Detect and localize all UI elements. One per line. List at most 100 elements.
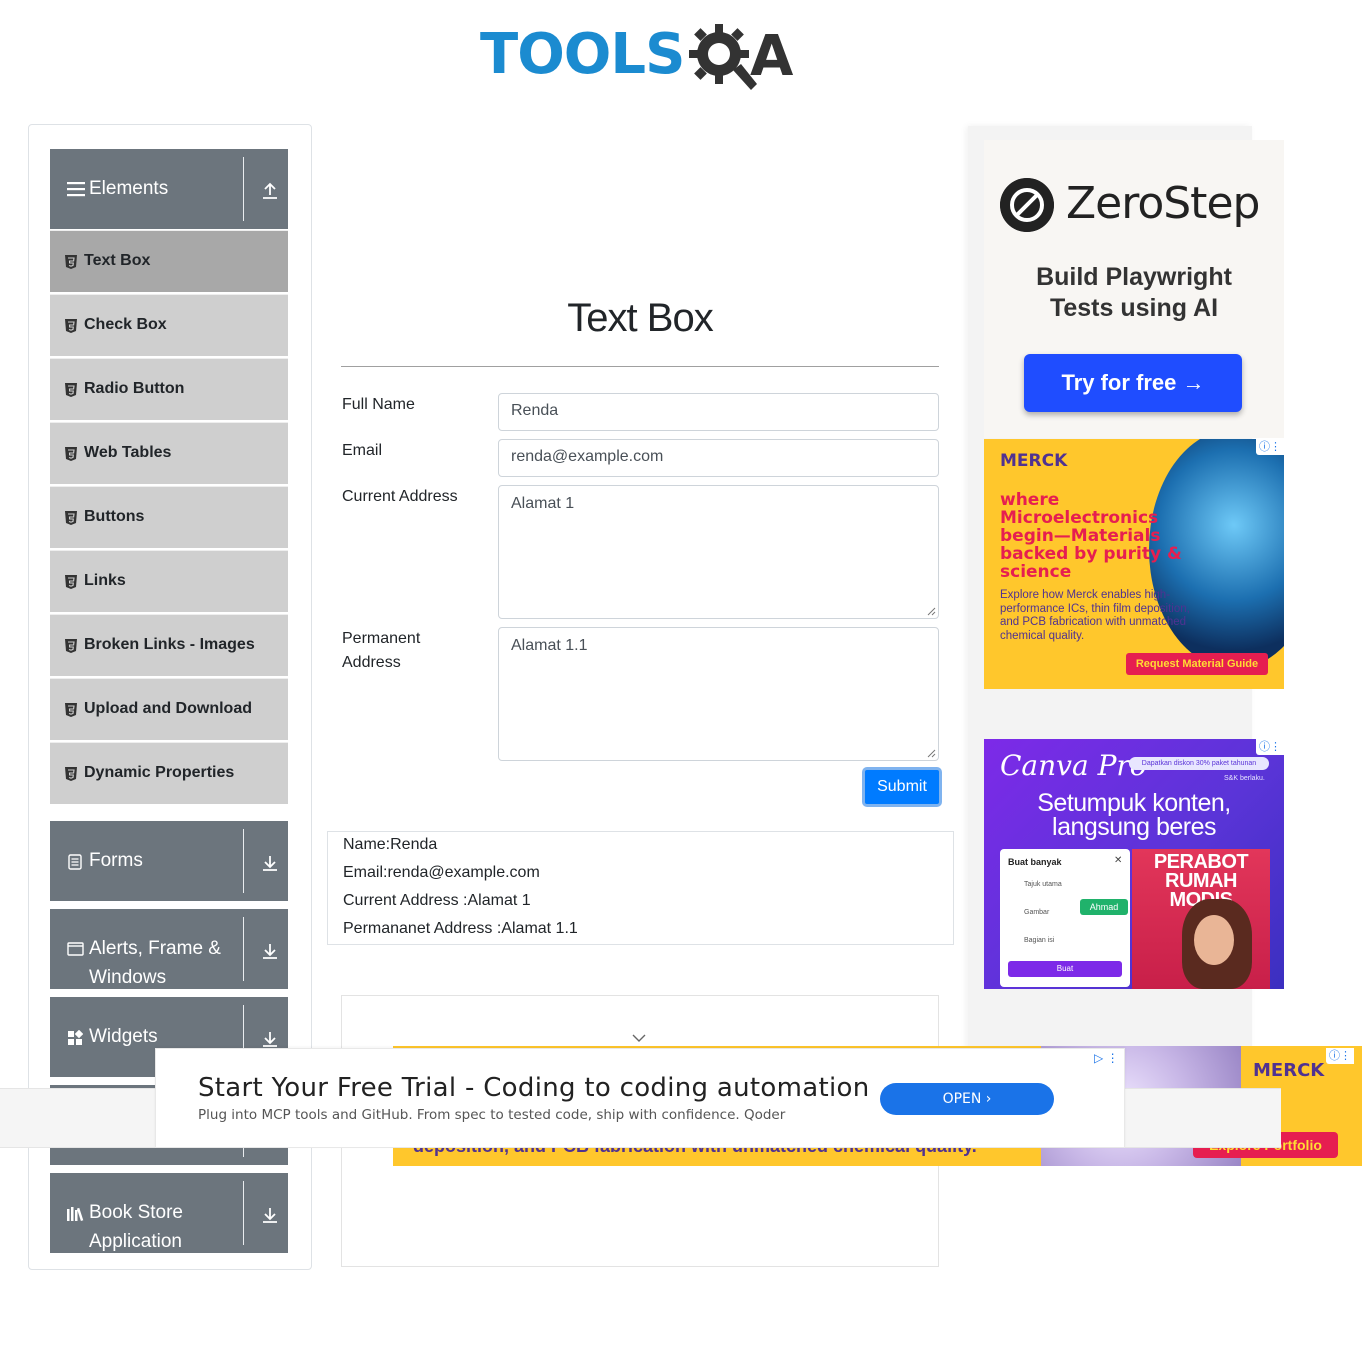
current-address-label: Current Address bbox=[342, 488, 458, 505]
group-forms[interactable]: Forms bbox=[50, 821, 288, 901]
download-arrow-icon[interactable] bbox=[260, 853, 280, 873]
output-permanent-address: Permananet Address :Alamat 1.1 bbox=[343, 920, 578, 937]
qoder-ad-banner[interactable]: Start Your Free Trial - Coding to coding… bbox=[155, 1048, 1125, 1148]
ad-info-icon[interactable]: ⓘ⋮ bbox=[1256, 739, 1284, 755]
books-icon bbox=[67, 1207, 84, 1222]
close-icon: ✕ bbox=[1114, 855, 1123, 866]
email-input[interactable]: renda@example.com bbox=[498, 439, 939, 477]
open-button[interactable]: OPEN › bbox=[880, 1083, 1054, 1115]
panel-row: Bagian isi bbox=[1024, 937, 1055, 944]
title-divider bbox=[341, 366, 939, 367]
output-panel: Name:Renda Email:renda@example.com Curre… bbox=[327, 831, 954, 945]
output-current-address: Current Address :Alamat 1 bbox=[343, 892, 531, 909]
group-elements[interactable]: Elements bbox=[50, 149, 288, 229]
person-face bbox=[1194, 915, 1234, 965]
html5-icon bbox=[65, 575, 77, 589]
ad-info-icon[interactable]: ⓘ⋮ bbox=[1326, 1048, 1354, 1064]
full-name-label: Full Name bbox=[342, 396, 415, 413]
merck-body: Explore how Merck enables high-performan… bbox=[1000, 589, 1190, 642]
menu-item-label: Buttons bbox=[84, 508, 145, 525]
panel-tag: Ahmad bbox=[1080, 899, 1128, 915]
html5-icon bbox=[65, 383, 77, 397]
zerostep-ad[interactable]: ZeroStep Build Playwright Tests using AI… bbox=[984, 140, 1284, 438]
menu-item-label: Upload and Download bbox=[84, 700, 252, 717]
zerostep-tagline-2: Tests using AI bbox=[1049, 294, 1219, 322]
canva-ad[interactable]: Canva Pro Dapatkan diskon 30% paket tahu… bbox=[984, 739, 1284, 989]
download-arrow-icon[interactable] bbox=[260, 941, 280, 961]
menu-item-links[interactable]: Links bbox=[50, 550, 288, 612]
submit-button[interactable]: Submit bbox=[862, 767, 942, 807]
merck-headline: where Microelectronics begin—Materials b… bbox=[1000, 490, 1182, 582]
menu-item-check-box[interactable]: Check Box bbox=[50, 294, 288, 356]
menu-item-broken-links[interactable]: Broken Links - Images bbox=[50, 614, 288, 676]
panel-button: Buat bbox=[1008, 961, 1122, 977]
hamburger-icon bbox=[67, 182, 85, 197]
menu-item-label: Text Box bbox=[84, 252, 151, 269]
output-name: Name:Renda bbox=[343, 836, 438, 853]
banner-title: Start Your Free Trial - Coding to coding… bbox=[198, 1073, 870, 1103]
panel-title: Buat banyak bbox=[1008, 857, 1062, 867]
menu-item-label: Dynamic Properties bbox=[84, 764, 235, 781]
try-for-free-button[interactable]: Try for free → bbox=[1024, 354, 1242, 412]
permanent-address-label-line2: Address bbox=[342, 654, 401, 671]
resize-grip-icon[interactable] bbox=[927, 607, 936, 616]
permanent-address-label: Permanent bbox=[342, 630, 421, 647]
ad-info-icon[interactable]: ⓘ⋮ bbox=[1256, 439, 1284, 455]
document-icon bbox=[68, 854, 82, 870]
canva-photo: PERABOT RUMAH MODIS bbox=[1132, 849, 1270, 989]
panel-row: Gambar bbox=[1024, 909, 1050, 916]
logo-text: TOOLS bbox=[480, 22, 685, 87]
upload-arrow-icon[interactable] bbox=[260, 181, 280, 201]
group-title: Book Store bbox=[89, 1202, 183, 1223]
logo-text-a: A bbox=[750, 24, 794, 89]
divider bbox=[243, 157, 244, 221]
group-book-store[interactable]: Book Store Application bbox=[50, 1173, 288, 1253]
zerostep-logo-icon bbox=[1000, 178, 1054, 232]
permanent-address-value: Alamat 1.1 bbox=[511, 637, 588, 654]
current-address-value: Alamat 1 bbox=[511, 495, 575, 512]
page-title: Text Box bbox=[567, 296, 713, 340]
menu-item-label: Links bbox=[84, 572, 126, 589]
group-alerts-frame-windows[interactable]: Alerts, Frame & Windows bbox=[50, 909, 288, 989]
full-name-input[interactable]: Renda bbox=[498, 393, 939, 431]
group-title: Forms bbox=[89, 850, 143, 871]
divider bbox=[243, 829, 244, 893]
menu-item-label: Broken Links - Images bbox=[84, 636, 255, 653]
menu-item-upload-download[interactable]: Upload and Download bbox=[50, 678, 288, 740]
chevron-down-icon[interactable] bbox=[632, 1033, 646, 1043]
zerostep-tagline: Build Playwright Tests using AI bbox=[984, 262, 1284, 324]
canva-panel: Buat banyak ✕ Tajuk utama Gambar Bagian … bbox=[1000, 849, 1130, 987]
zerostep-tagline-1: Build Playwright bbox=[1036, 263, 1232, 291]
canva-headline: Setumpuk konten, langsung beres bbox=[984, 791, 1284, 840]
canva-logo: Canva Pro bbox=[1000, 749, 1147, 782]
download-arrow-icon[interactable] bbox=[260, 1029, 280, 1049]
group-title: Elements bbox=[89, 178, 169, 199]
toolsqa-logo[interactable]: TOOLS A bbox=[480, 14, 810, 94]
html5-icon bbox=[65, 767, 77, 781]
menu-item-text-box[interactable]: Text Box bbox=[50, 230, 288, 292]
group-title-line2: Application bbox=[89, 1231, 182, 1252]
adchoices-icon[interactable]: ▷ ⋮ bbox=[1094, 1051, 1119, 1065]
banner-subtitle: Plug into MCP tools and GitHub. From spe… bbox=[198, 1107, 786, 1123]
resize-grip-icon[interactable] bbox=[927, 749, 936, 758]
menu-item-buttons[interactable]: Buttons bbox=[50, 486, 288, 548]
menu-item-label: Radio Button bbox=[84, 380, 185, 397]
menu-item-web-tables[interactable]: Web Tables bbox=[50, 422, 288, 484]
permanent-address-textarea[interactable]: Alamat 1.1 bbox=[498, 627, 939, 761]
divider bbox=[243, 917, 244, 981]
menu-item-radio-button[interactable]: Radio Button bbox=[50, 358, 288, 420]
canva-terms: S&K berlaku. bbox=[1224, 775, 1265, 782]
html5-icon bbox=[65, 639, 77, 653]
html5-icon bbox=[65, 511, 77, 525]
menu-item-dynamic-properties[interactable]: Dynamic Properties bbox=[50, 742, 288, 804]
output-email: Email:renda@example.com bbox=[343, 864, 540, 881]
download-arrow-icon[interactable] bbox=[260, 1205, 280, 1225]
html5-icon bbox=[65, 255, 77, 269]
merck-ad[interactable]: MERCK where Microelectronics begin—Mater… bbox=[984, 439, 1284, 689]
request-material-guide-button[interactable]: Request Material Guide bbox=[1126, 653, 1268, 675]
window-icon bbox=[67, 942, 84, 956]
merck-bottom-logo: MERCK bbox=[1253, 1060, 1325, 1081]
current-address-textarea[interactable]: Alamat 1 bbox=[498, 485, 939, 619]
divider bbox=[243, 1181, 244, 1245]
zerostep-name: ZeroStep bbox=[1066, 178, 1260, 229]
